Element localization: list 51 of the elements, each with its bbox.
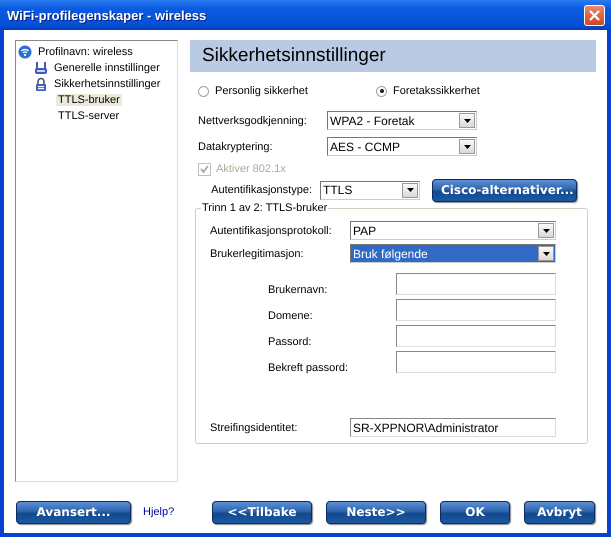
dropdown-arrow-icon [542, 228, 550, 232]
tree-item[interactable]: Generelle innstillinger [52, 62, 162, 74]
dropdown-arrow-icon [406, 188, 414, 192]
field-label: Brukerlegitimasjon: [210, 248, 305, 260]
dropdown-arrow-icon [464, 118, 470, 122]
dropdown-arrow-icon [542, 252, 550, 256]
group-title: Trinn 1 av 2: TTLS-bruker [201, 202, 328, 214]
close-button[interactable] [584, 4, 605, 26]
input-field[interactable] [396, 299, 556, 321]
field-label: Brukernavn: [268, 284, 328, 296]
tree-item[interactable]: Profilnavn: wireless [36, 46, 135, 58]
input-field[interactable] [396, 351, 556, 373]
field-label: Domene: [268, 310, 314, 322]
field-label: Autentifikasjonstype: [210, 184, 313, 196]
input-field[interactable] [396, 325, 556, 347]
tree-item[interactable]: Sikkerhetsinnstillinger [52, 78, 162, 90]
input-field[interactable]: SR-XPPNOR\Administrator [350, 418, 556, 437]
field-label: Passord: [268, 336, 312, 348]
dropdown[interactable]: WPA2 - Foretak [327, 111, 477, 130]
field-label: Bekreft passord: [268, 362, 350, 374]
help-link[interactable]: Hjelp? [143, 506, 212, 518]
router-icon [34, 61, 48, 75]
input-field[interactable] [396, 273, 556, 295]
dropdown-arrow-icon [464, 144, 470, 148]
field-label: Autentifikasjonsprotokoll: [210, 224, 333, 236]
radio-label: Foretakssikkerhet [393, 85, 480, 97]
checkmark-icon [200, 165, 209, 173]
dropdown[interactable]: Bruk følgende [350, 244, 556, 263]
field-label: Datakryptering: [198, 140, 274, 152]
back-button[interactable]: <<Tilbake [212, 500, 312, 524]
dropdown[interactable]: TTLS [320, 180, 420, 200]
tree-item[interactable]: TTLS-bruker [56, 94, 122, 106]
wifi-icon [18, 45, 32, 59]
radio-button[interactable] [198, 86, 209, 96]
field-label: Nettverksgodkjenning: [198, 114, 308, 126]
field-label: Streifingsidentitet: [210, 422, 298, 434]
ok-button[interactable]: OK [440, 500, 510, 524]
tree-item[interactable]: TTLS-server [56, 110, 122, 122]
close-icon [588, 8, 601, 22]
lock-icon [34, 77, 48, 91]
cisco-options-button[interactable]: Cisco-alternativer... [432, 178, 577, 202]
section-header: Sikkerhetsinnstillinger [190, 40, 596, 72]
checkbox-label: Aktiver 802.1x [216, 163, 286, 175]
advanced-button[interactable]: Avansert... [16, 500, 131, 524]
next-button[interactable]: Neste>> [326, 500, 426, 524]
window-title: WiFi-profilegenskaper - wireless [7, 8, 206, 22]
radio-label: Personlig sikkerhet [215, 85, 308, 97]
dropdown[interactable]: PAP [350, 221, 556, 240]
radio-button[interactable] [376, 86, 387, 96]
dropdown[interactable]: AES - CCMP [327, 137, 477, 156]
cancel-button[interactable]: Avbryt [524, 500, 595, 524]
